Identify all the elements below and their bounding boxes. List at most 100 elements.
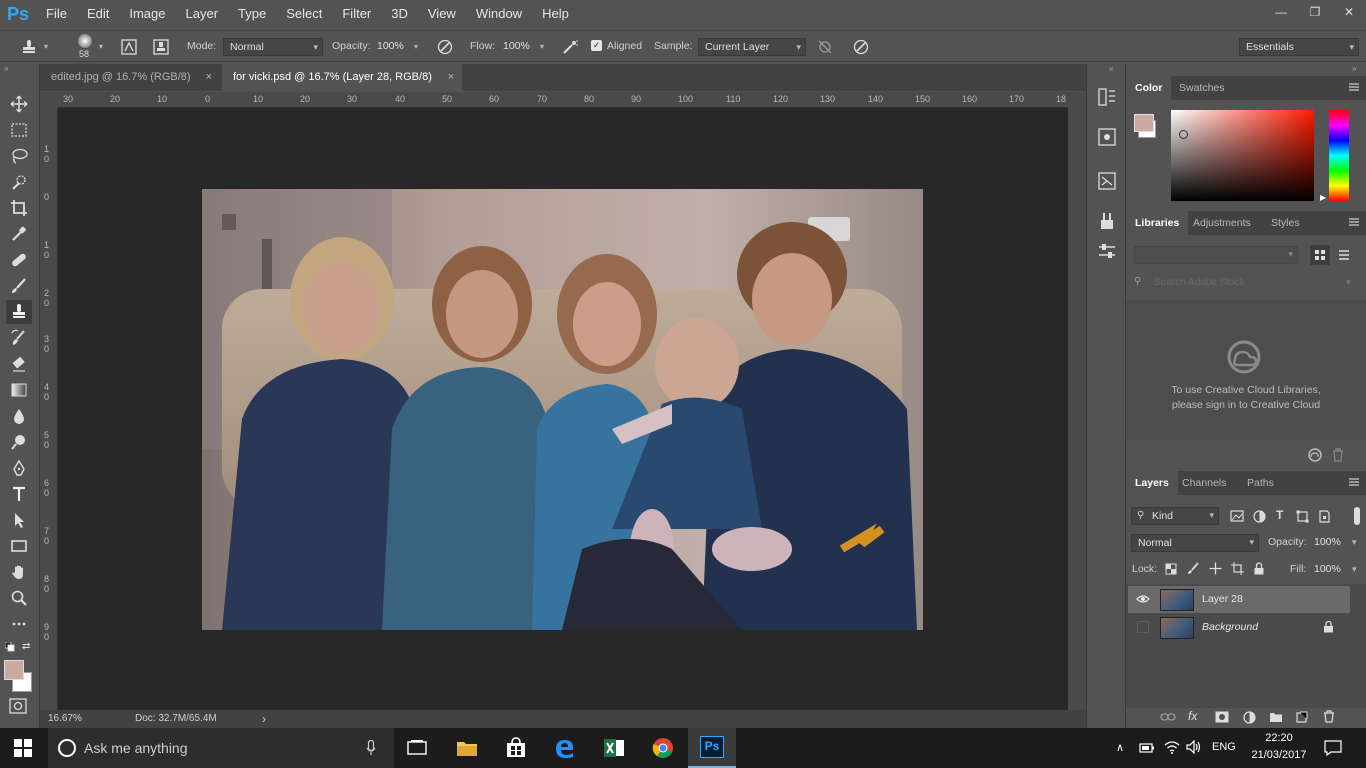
close-tab-icon[interactable]: × <box>206 64 212 91</box>
new-adjustment-layer-icon[interactable] <box>1243 711 1256 724</box>
pen-tool-icon[interactable] <box>6 456 32 480</box>
delete-layer-icon[interactable] <box>1323 710 1335 723</box>
input-language[interactable]: ENG <box>1212 741 1236 753</box>
color-field[interactable] <box>1171 110 1314 201</box>
path-selection-tool-icon[interactable] <box>6 508 32 532</box>
zoom-level[interactable]: 16.67% <box>48 713 82 724</box>
color-picker-handle[interactable] <box>1179 130 1188 139</box>
brush-presets-icon[interactable] <box>1096 210 1118 232</box>
airbrush-icon[interactable] <box>561 38 579 56</box>
chevron-up-icon[interactable]: ∧ <box>1116 741 1124 754</box>
clone-source-icon[interactable] <box>152 38 170 56</box>
menu-edit[interactable]: Edit <box>77 0 119 28</box>
layer-opacity-value[interactable]: 100% <box>1314 536 1341 548</box>
layer-row-layer-28[interactable]: Layer 28 <box>1128 586 1350 613</box>
brush-tool-icon[interactable] <box>6 274 32 298</box>
close-button[interactable]: ✕ <box>1332 0 1366 24</box>
pressure-size-icon[interactable] <box>852 38 870 56</box>
type-tool-icon[interactable] <box>6 482 32 506</box>
lock-position-icon[interactable] <box>1209 562 1222 575</box>
action-center-icon[interactable] <box>1324 740 1342 756</box>
opacity-value[interactable]: 100% <box>377 40 404 52</box>
menu-window[interactable]: Window <box>466 0 532 28</box>
flow-value[interactable]: 100% <box>503 40 530 52</box>
workspace-select[interactable]: Essentials ▾ <box>1239 38 1359 56</box>
layer-row-background[interactable]: Background <box>1128 614 1350 641</box>
properties-panel-icon[interactable] <box>1096 126 1118 148</box>
chrome-icon[interactable] <box>651 736 675 760</box>
healing-brush-tool-icon[interactable] <box>6 248 32 272</box>
tab-adjustments[interactable]: Adjustments <box>1184 211 1260 235</box>
tab-channels[interactable]: Channels <box>1173 471 1235 495</box>
cc-sync-icon[interactable] <box>1306 448 1324 462</box>
filter-pixel-icon[interactable] <box>1230 510 1244 522</box>
tab-swatches[interactable]: Swatches <box>1170 76 1234 100</box>
close-tab-icon[interactable]: × <box>448 64 454 91</box>
color-fg-swatch[interactable] <box>1134 114 1154 132</box>
clone-source-panel-icon[interactable] <box>1096 170 1118 192</box>
tab-layers[interactable]: Layers <box>1126 471 1178 495</box>
menu-type[interactable]: Type <box>228 0 276 28</box>
layer-style-fx-icon[interactable]: fx <box>1188 709 1197 723</box>
tab-for-vicki-psd[interactable]: for vicki.psd @ 16.7% (Layer 28, RGB/8) … <box>222 64 462 91</box>
marquee-tool-icon[interactable] <box>6 118 32 142</box>
eye-icon[interactable] <box>1136 592 1150 606</box>
menu-view[interactable]: View <box>418 0 466 28</box>
more-tools-icon[interactable] <box>6 612 32 636</box>
document-image[interactable] <box>202 189 923 630</box>
menu-select[interactable]: Select <box>276 0 332 28</box>
edge-browser-icon[interactable] <box>553 736 577 760</box>
lock-image-brush-icon[interactable] <box>1187 562 1200 575</box>
filter-smart-object-icon[interactable] <box>1318 510 1331 523</box>
blur-tool-icon[interactable] <box>6 404 32 428</box>
link-layers-icon[interactable] <box>1160 711 1176 723</box>
minimize-button[interactable]: — <box>1264 0 1298 24</box>
list-view-icon[interactable] <box>1334 245 1354 265</box>
lasso-tool-icon[interactable] <box>6 144 32 168</box>
stock-search-input[interactable]: Search Adobe Stock <box>1154 277 1245 288</box>
filter-type-icon[interactable]: T <box>1276 508 1283 522</box>
aligned-checkbox[interactable]: ✓ <box>591 40 602 51</box>
brush-preview-icon[interactable] <box>78 34 92 48</box>
new-group-folder-icon[interactable] <box>1269 711 1283 723</box>
volume-icon[interactable] <box>1186 740 1202 754</box>
layer-name[interactable]: Layer 28 <box>1202 593 1243 605</box>
trash-icon[interactable] <box>1331 448 1345 462</box>
clock-date[interactable]: 21/03/2017 <box>1244 749 1314 761</box>
wifi-icon[interactable] <box>1164 740 1180 754</box>
chevron-down-icon[interactable]: ▾ <box>1352 537 1357 548</box>
new-layer-icon[interactable] <box>1296 711 1308 723</box>
filter-toggle[interactable] <box>1354 507 1360 525</box>
tab-color[interactable]: Color <box>1126 76 1172 100</box>
history-panel-icon[interactable] <box>1096 86 1118 108</box>
pressure-opacity-icon[interactable] <box>436 38 454 56</box>
collapse-icon[interactable]: » <box>1352 64 1356 73</box>
tab-edited-jpg[interactable]: edited.jpg @ 16.7% (RGB/8) × <box>40 64 220 91</box>
history-brush-tool-icon[interactable] <box>6 326 32 350</box>
default-colors-icon[interactable] <box>5 642 15 652</box>
quick-selection-tool-icon[interactable] <box>6 170 32 194</box>
eraser-tool-icon[interactable] <box>6 352 32 376</box>
ignore-adjustment-layers-icon[interactable] <box>816 38 834 56</box>
chevron-down-icon[interactable]: ▾ <box>540 42 544 51</box>
lock-transparent-icon[interactable] <box>1165 563 1177 575</box>
dodge-tool-icon[interactable] <box>6 430 32 454</box>
horizontal-ruler[interactable]: 30 20 10 0 10 20 30 40 50 60 70 80 90 10… <box>58 92 1068 108</box>
menu-image[interactable]: Image <box>119 0 175 28</box>
menu-help[interactable]: Help <box>532 0 579 28</box>
lock-artboard-icon[interactable] <box>1231 562 1244 575</box>
panel-menu-icon[interactable] <box>1348 477 1360 487</box>
quick-mask-icon[interactable] <box>9 698 27 714</box>
collapse-icon[interactable]: » <box>4 64 8 73</box>
crop-tool-icon[interactable] <box>6 196 32 220</box>
sample-select[interactable]: Current Layer ▾ <box>698 38 806 56</box>
status-menu-arrow[interactable]: › <box>262 712 266 726</box>
zoom-tool-icon[interactable] <box>6 586 32 610</box>
lock-all-icon[interactable] <box>1253 562 1265 575</box>
hue-slider-arrow-icon[interactable]: ▶ <box>1320 193 1326 202</box>
chevron-down-icon[interactable]: ▾ <box>44 42 48 51</box>
hue-slider[interactable] <box>1329 110 1349 201</box>
chevron-down-icon[interactable]: ▾ <box>1346 277 1351 288</box>
microphone-icon[interactable] <box>366 740 376 756</box>
visibility-toggle[interactable] <box>1137 621 1149 633</box>
